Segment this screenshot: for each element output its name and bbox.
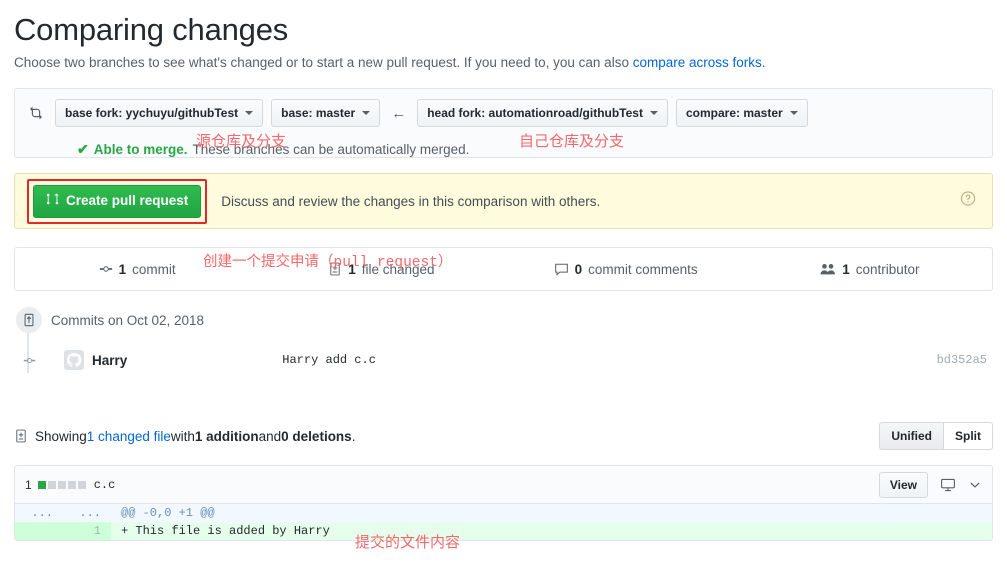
commits-group-header: Commits on Oct 02, 2018 [16, 307, 993, 333]
diff-header-actions: View [879, 472, 982, 498]
base-branch-dropdown[interactable]: base: master [271, 99, 380, 127]
commit-dot-icon [16, 354, 42, 367]
diff-file-header: 1 c.c View [15, 466, 992, 504]
monitor-icon[interactable] [940, 477, 956, 493]
diff-hunk-row: ... ... @@ -0,0 +1 @@ [15, 504, 992, 522]
branch-selector-row: base fork: yychuyu/githubTest base: mast… [27, 99, 980, 127]
compare-branch-dropdown[interactable]: compare: master [676, 99, 808, 127]
diff-view-toggle: Unified Split [879, 422, 993, 450]
merge-status-strong: Able to merge. [94, 142, 188, 157]
page-subtitle: Choose two branches to see what's change… [14, 54, 993, 72]
commit-icon [99, 262, 113, 276]
chevron-down-icon [650, 111, 658, 115]
compare-branch-label: compare: master [686, 105, 783, 121]
diff-old-line-number [15, 522, 63, 540]
contributors-icon [820, 262, 836, 276]
base-fork-label: base fork: yychuyu/githubTest [65, 105, 238, 121]
diff-stat-blocks [38, 481, 86, 489]
commits-group-label: Commits on Oct 02, 2018 [51, 313, 204, 328]
pull-request-description: Discuss and review the changes in this c… [221, 194, 600, 209]
create-pull-request-label: Create pull request [66, 192, 188, 210]
chevron-down-icon[interactable] [968, 478, 982, 492]
base-fork-dropdown[interactable]: base fork: yychuyu/githubTest [55, 99, 263, 127]
toggle-split-button[interactable]: Split [943, 422, 993, 450]
branch-selector-panel: base fork: yychuyu/githubTest base: mast… [14, 88, 993, 158]
diff-stat-block [58, 481, 66, 489]
check-icon: ✔ [77, 141, 89, 158]
deletions-count: 0 deletions [281, 429, 352, 444]
head-fork-dropdown[interactable]: head fork: automationroad/githubTest [417, 99, 668, 127]
diff-summary-row: Showing 1 changed file with 1 addition a… [14, 421, 993, 451]
subtitle-suffix: . [762, 55, 766, 70]
diff-file-card: 1 c.c View ... [14, 465, 993, 541]
commits-section: Commits on Oct 02, 2018 Harry Harry add … [14, 307, 993, 373]
file-diff-icon [14, 429, 28, 443]
compare-across-forks-link[interactable]: compare across forks [633, 55, 762, 70]
head-fork-label: head fork: automationroad/githubTest [427, 105, 643, 121]
annotation-file-content: 提交的文件内容 [355, 531, 460, 552]
annotation-create-pull-request: 创建一个提交申请（pull request） [203, 250, 452, 271]
diff-old-line-number: ... [15, 504, 63, 522]
stat-contributors[interactable]: 1 contributor [748, 262, 992, 277]
stat-comments-label: commit comments [588, 262, 698, 277]
stat-contributors-label: contributor [856, 262, 920, 277]
compare-icon [27, 104, 45, 122]
diff-stat-block [78, 481, 86, 489]
changed-file-link[interactable]: 1 changed file [87, 429, 171, 444]
showing-and: and [259, 429, 282, 444]
diff-addition-row: 1 + This file is added by Harry [15, 522, 992, 540]
diff-stat-block-add [38, 481, 46, 489]
diff-new-line-number: 1 [63, 522, 111, 540]
commit-sha[interactable]: bd352a5 [937, 353, 993, 367]
create-pull-request-banner: Create pull request Discuss and review t… [14, 173, 993, 229]
comment-icon [554, 262, 569, 277]
diff-stat-block [68, 481, 76, 489]
arrow-left-icon: ← [388, 106, 409, 121]
diff-hunk-header: @@ -0,0 +1 @@ [111, 504, 992, 522]
toggle-unified-button[interactable]: Unified [879, 422, 943, 450]
git-commit-group-icon [16, 307, 42, 333]
stat-commits-count: 1 [119, 262, 127, 277]
page-title: Comparing changes [14, 10, 993, 50]
stat-comments-count: 0 [575, 262, 583, 277]
stat-contributors-count: 1 [842, 262, 850, 277]
showing-suffix: . [352, 429, 356, 444]
avatar [64, 350, 84, 370]
chevron-down-icon [790, 111, 798, 115]
chevron-down-icon [245, 111, 253, 115]
merge-status: ✔ Able to merge. These branches can be a… [27, 141, 980, 158]
commit-row[interactable]: Harry Harry add c.c bd352a5 [16, 347, 993, 373]
annotation-own-repo-branch: 自己仓库及分支 [519, 130, 624, 151]
additions-count: 1 addition [195, 429, 259, 444]
base-branch-label: base: master [281, 105, 355, 121]
comparing-changes-page: Comparing changes Choose two branches to… [0, 10, 1007, 583]
chevron-down-icon [362, 111, 370, 115]
diff-code-line[interactable]: + This file is added by Harry [111, 522, 992, 540]
git-pull-request-icon [46, 192, 60, 211]
subtitle-text: Choose two branches to see what's change… [14, 55, 633, 70]
diff-table: ... ... @@ -0,0 +1 @@ 1 + This file is a… [15, 504, 992, 540]
commit-author[interactable]: Harry [92, 353, 127, 368]
diff-filename[interactable]: c.c [94, 478, 116, 492]
diff-new-line-number: ... [63, 504, 111, 522]
create-pull-request-highlight: Create pull request [27, 179, 207, 224]
create-pull-request-button[interactable]: Create pull request [33, 185, 201, 218]
stat-commit-comments[interactable]: 0 commit comments [504, 262, 748, 277]
view-file-button[interactable]: View [879, 472, 928, 498]
showing-prefix: Showing [35, 429, 87, 444]
commit-message[interactable]: Harry add c.c [282, 353, 376, 367]
diff-change-count: 1 [25, 478, 32, 492]
question-mark-icon[interactable] [960, 191, 976, 212]
stat-commits-label: commit [132, 262, 176, 277]
comparison-stats-bar: 1 commit 1 file changed 0 commit comment… [14, 247, 993, 291]
showing-mid: with [171, 429, 195, 444]
diff-stat-block [48, 481, 56, 489]
annotation-source-repo-branch: 源仓库及分支 [196, 130, 286, 151]
